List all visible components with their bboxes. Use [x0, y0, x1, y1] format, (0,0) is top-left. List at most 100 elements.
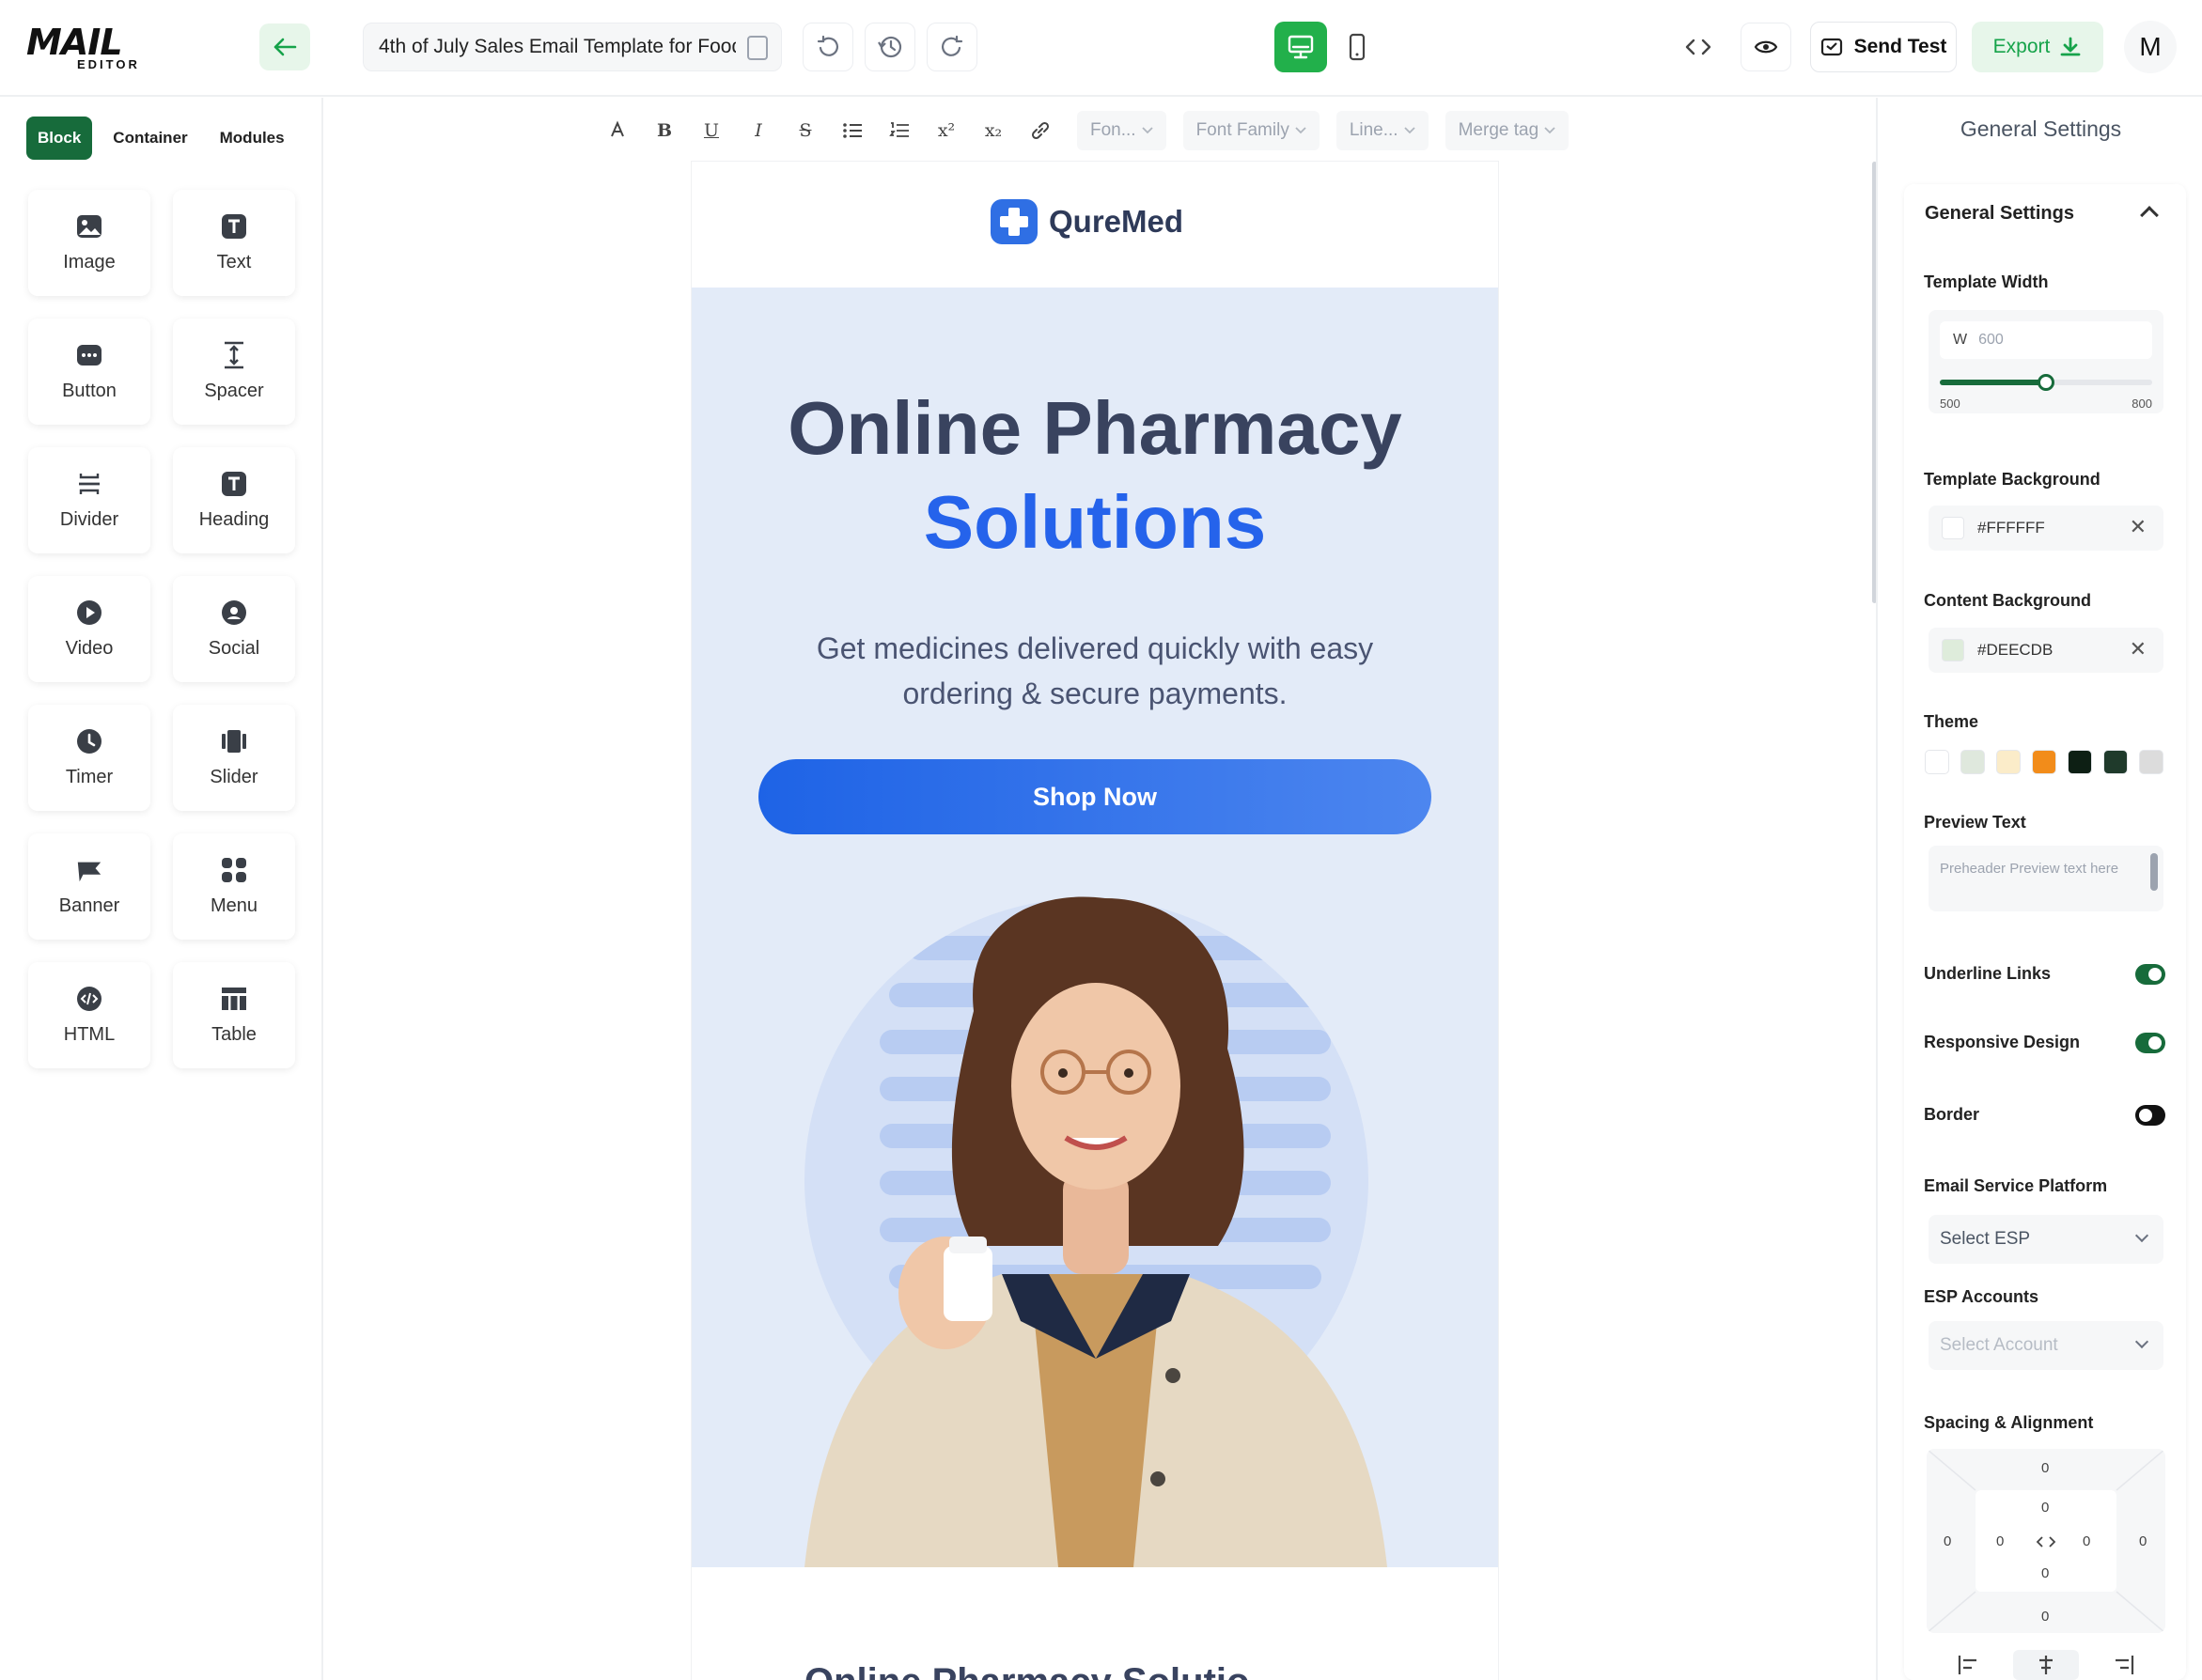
margin-left-input[interactable]: 0: [1944, 1533, 1951, 1549]
responsive-design-toggle[interactable]: [2135, 1033, 2165, 1053]
section-title[interactable]: General Settings: [1925, 203, 2074, 225]
link-spacing-icon[interactable]: [2036, 1535, 2056, 1548]
align-center-button[interactable]: [2012, 1650, 2079, 1680]
image-icon: [75, 212, 103, 241]
template-width-control: W 600 500 800: [1929, 310, 2163, 413]
width-input[interactable]: W 600: [1940, 321, 2152, 359]
block-html[interactable]: HTML: [28, 962, 150, 1068]
hero-subtext[interactable]: Get medicines delivered quickly with eas…: [786, 626, 1404, 716]
file-icon[interactable]: [747, 36, 768, 60]
align-left-button[interactable]: [1935, 1650, 2001, 1680]
align-left-icon: [1958, 1656, 1976, 1674]
width-slider[interactable]: [1940, 374, 2152, 391]
border-toggle[interactable]: [2135, 1105, 2165, 1126]
strikethrough-button[interactable]: S: [786, 111, 825, 150]
merge-tag-select[interactable]: Merge tag: [1445, 111, 1570, 150]
block-table[interactable]: Table: [173, 962, 295, 1068]
undo-button[interactable]: [803, 23, 853, 71]
block-divider[interactable]: Divider: [28, 447, 150, 553]
padding-left-input[interactable]: 0: [1996, 1533, 2004, 1549]
theme-swatch[interactable]: [2032, 750, 2056, 774]
italic-button[interactable]: I: [739, 111, 778, 150]
block-banner[interactable]: Banner: [28, 833, 150, 940]
block-menu[interactable]: Menu: [173, 833, 295, 940]
line-height-select[interactable]: Line...: [1335, 111, 1429, 150]
theme-swatch[interactable]: [2103, 750, 2128, 774]
responsive-design-label: Responsive Design: [1924, 1033, 2081, 1051]
esp-account-select[interactable]: Select Account: [1929, 1321, 2163, 1370]
email-template[interactable]: QureMed Online Pharmacy Solutions Get me…: [692, 162, 1498, 1680]
code-view-button[interactable]: [1673, 23, 1724, 71]
width-max: 800: [2132, 397, 2152, 411]
underline-links-toggle[interactable]: [2135, 964, 2165, 985]
color-swatch[interactable]: [1942, 639, 1964, 661]
esp-select[interactable]: Select ESP: [1929, 1215, 2163, 1264]
font-size-select[interactable]: Fon...: [1077, 111, 1166, 150]
link-button[interactable]: [1021, 111, 1060, 150]
color-swatch[interactable]: [1942, 517, 1964, 539]
back-button[interactable]: [259, 23, 310, 70]
hero-person-image[interactable]: [692, 870, 1498, 1567]
margin-top-input[interactable]: 0: [2041, 1460, 2049, 1476]
user-avatar[interactable]: M: [2124, 21, 2177, 73]
block-text[interactable]: Text: [173, 190, 295, 296]
redo-button[interactable]: [927, 23, 977, 71]
block-label: Menu: [210, 895, 258, 916]
block-social[interactable]: Social: [173, 576, 295, 682]
preview-button[interactable]: [1741, 23, 1791, 71]
align-center-icon: [2038, 1656, 2053, 1674]
block-slider[interactable]: Slider: [173, 705, 295, 811]
theme-swatch[interactable]: [1925, 750, 1949, 774]
clear-icon[interactable]: ✕: [2130, 637, 2147, 661]
padding-top-input[interactable]: 0: [2041, 1500, 2049, 1516]
tab-modules[interactable]: Modules: [209, 117, 296, 160]
block-button[interactable]: Button: [28, 319, 150, 425]
padding-bottom-input[interactable]: 0: [2041, 1565, 2049, 1581]
subscript-button[interactable]: x₂: [974, 111, 1013, 150]
block-video[interactable]: Video: [28, 576, 150, 682]
preview-text-input[interactable]: Preheader Preview text here: [1929, 846, 2163, 911]
tab-container[interactable]: Container: [102, 117, 198, 160]
margin-bottom-input[interactable]: 0: [2041, 1609, 2049, 1625]
hero-section[interactable]: Online Pharmacy Solutions Get medicines …: [692, 288, 1498, 1567]
font-family-select[interactable]: Font Family: [1182, 111, 1320, 150]
block-heading[interactable]: Heading: [173, 447, 295, 553]
template-title-text: 4th of July Sales Email Template for Foo…: [379, 36, 736, 57]
brand-header[interactable]: QureMed: [991, 199, 1183, 244]
mobile-icon: [1349, 33, 1366, 61]
chevron-down-icon: [2134, 1334, 2149, 1349]
block-spacer[interactable]: Spacer: [173, 319, 295, 425]
template-title-input[interactable]: 4th of July Sales Email Template for Foo…: [363, 23, 782, 71]
block-timer[interactable]: Timer: [28, 705, 150, 811]
underline-button[interactable]: U: [692, 111, 731, 150]
theme-swatch[interactable]: [1996, 750, 2021, 774]
theme-swatch[interactable]: [2139, 750, 2163, 774]
tab-block[interactable]: Block: [26, 117, 93, 160]
padding-right-input[interactable]: 0: [2083, 1533, 2090, 1549]
width-slider-handle[interactable]: [2038, 374, 2054, 391]
text-color-button[interactable]: [598, 111, 637, 150]
theme-swatch[interactable]: [2068, 750, 2092, 774]
bold-button[interactable]: B: [645, 111, 684, 150]
export-button[interactable]: Export: [1972, 22, 2103, 72]
template-background-field[interactable]: #FFFFFF ✕: [1929, 506, 2163, 551]
block-image[interactable]: Image: [28, 190, 150, 296]
history-button[interactable]: [865, 23, 915, 71]
shop-now-button[interactable]: Shop Now: [758, 759, 1431, 834]
theme-swatch[interactable]: [1960, 750, 1985, 774]
mobile-view-button[interactable]: [1331, 22, 1383, 72]
hero-headline[interactable]: Online Pharmacy Solutions: [692, 381, 1498, 569]
next-section-heading[interactable]: Online Pharmacy Solutio: [804, 1661, 1249, 1680]
bullet-list-icon: [843, 123, 862, 138]
desktop-view-button[interactable]: [1274, 22, 1327, 72]
align-right-button[interactable]: [2091, 1650, 2157, 1680]
superscript-button[interactable]: x²: [927, 111, 966, 150]
send-test-button[interactable]: Send Test: [1810, 22, 1957, 72]
esp-accounts-label: ESP Accounts: [1924, 1287, 2039, 1306]
clear-icon[interactable]: ✕: [2130, 515, 2147, 539]
bullet-list-button[interactable]: [833, 111, 872, 150]
numbered-list-button[interactable]: [880, 111, 919, 150]
content-background-field[interactable]: #DEECDB ✕: [1929, 628, 2163, 673]
margin-right-input[interactable]: 0: [2139, 1533, 2147, 1549]
preview-text-label: Preview Text: [1924, 813, 2026, 832]
